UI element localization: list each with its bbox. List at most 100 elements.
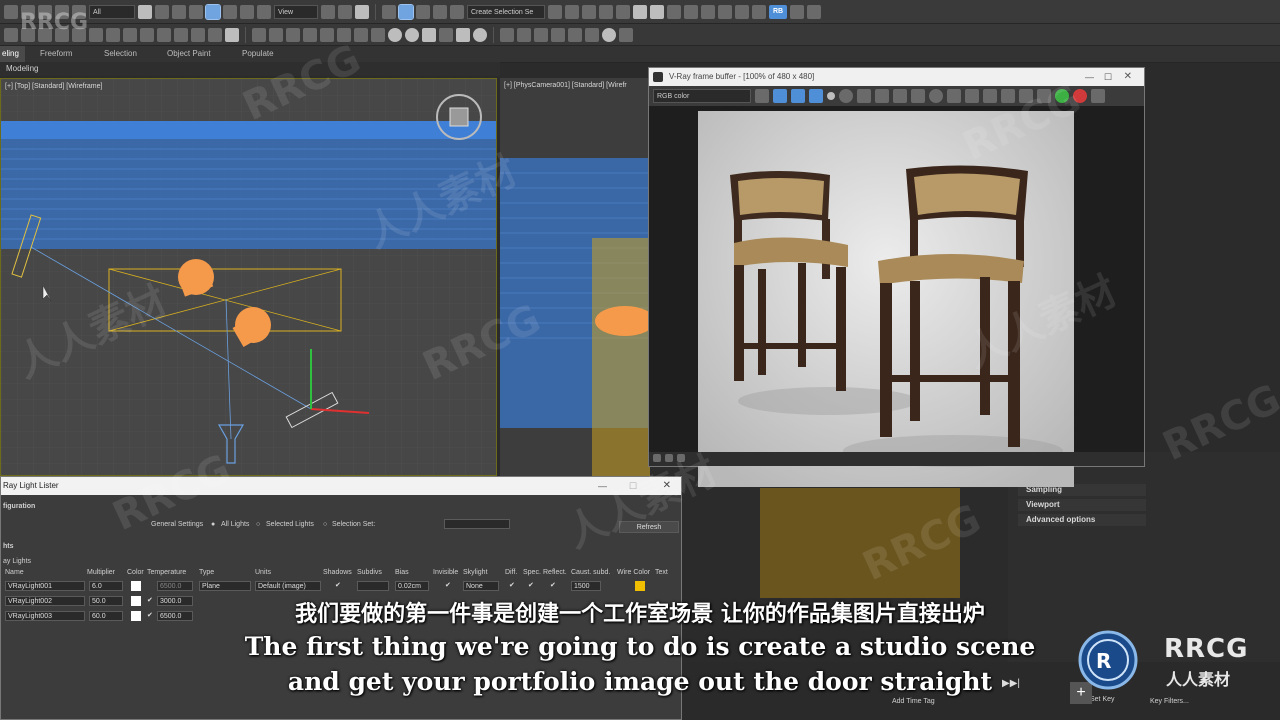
section-configuration[interactable]: figuration [3, 503, 35, 510]
window-crossing-icon[interactable] [189, 4, 203, 19]
rollout-viewport[interactable]: Viewport [1018, 499, 1146, 511]
pivot-center-icon[interactable] [321, 4, 335, 19]
light-type-dropdown[interactable]: Plane [199, 581, 251, 591]
vray-dome-light-icon[interactable] [38, 27, 52, 42]
reflect-checkbox[interactable]: ✔ [550, 581, 556, 589]
key-filters-button[interactable]: Key Filters... [1150, 698, 1189, 705]
compare-icon[interactable] [983, 89, 997, 103]
viewport-label[interactable]: [+] [Top] [Standard] [Wireframe] [5, 83, 102, 90]
stop-render-icon[interactable] [1073, 89, 1087, 103]
top-viewport[interactable]: [+] [Top] [Standard] [Wireframe] [0, 78, 497, 476]
mirror-icon[interactable] [548, 4, 562, 19]
vray-mesh-icon[interactable] [157, 27, 171, 42]
wire-color-swatch[interactable] [635, 581, 645, 591]
selection-set-dropdown[interactable] [444, 519, 510, 529]
curve-editor-icon[interactable] [616, 4, 630, 19]
vray-hdri-icon[interactable] [303, 27, 317, 42]
spinner-snap-icon[interactable] [433, 4, 447, 19]
color-channel-icon[interactable] [755, 89, 769, 103]
track-mouse-icon[interactable] [929, 89, 943, 103]
ribbon-tab-freeform[interactable]: Freeform [40, 49, 72, 58]
render-iterative-icon[interactable] [735, 4, 749, 19]
vray-camera-icon[interactable] [89, 27, 103, 42]
render-icon[interactable] [1055, 89, 1069, 103]
unlink-icon[interactable] [55, 4, 69, 19]
extra-tool-icon[interactable] [790, 4, 804, 19]
railclone-icon[interactable] [551, 27, 565, 42]
ribbon-tab-populate[interactable]: Populate [242, 49, 274, 58]
align-icon[interactable] [565, 4, 579, 19]
vray-render-icon[interactable] [752, 4, 766, 19]
camera-viewport[interactable]: [+] [PhysCamera001] [Standard] [Wirefr [500, 78, 650, 478]
shadows-checkbox[interactable]: ✔ [335, 581, 341, 589]
render-setup-icon[interactable] [667, 4, 681, 19]
rectangular-selection-icon[interactable] [172, 4, 186, 19]
section-lights[interactable]: hts [3, 543, 14, 550]
create-selection-set-dropdown[interactable]: Create Selection Se [467, 4, 545, 19]
vray-frame-buffer-window[interactable]: V-Ray frame buffer - [100% of 480 x 480]… [648, 67, 1145, 487]
channel-dropdown[interactable]: RGB color [653, 89, 751, 103]
blue-channel-icon[interactable] [809, 89, 823, 103]
reference-coordinate-dropdown[interactable]: View [274, 4, 318, 19]
vray-fur-icon[interactable] [123, 27, 137, 42]
close-icon[interactable]: ✕ [1124, 68, 1132, 86]
vray-light-icon[interactable] [4, 27, 18, 42]
lens-effects-icon[interactable] [1001, 89, 1015, 103]
vray-sky-icon[interactable] [439, 27, 453, 42]
vray-normal-map-icon[interactable] [354, 27, 368, 42]
sphere-icon[interactable] [388, 27, 402, 42]
toggle-layer-explorer-icon[interactable] [599, 4, 613, 19]
help-icon[interactable] [619, 27, 633, 42]
temperature-field[interactable]: 6500.0 [157, 581, 193, 591]
vray-material-ball-icon[interactable] [473, 27, 487, 42]
selection-filter-dropdown[interactable]: All [89, 4, 135, 19]
load-image-icon[interactable] [875, 89, 889, 103]
all-lights-label[interactable]: All Lights [221, 521, 249, 528]
selected-lights-radio[interactable]: ○ [256, 521, 260, 528]
vray-proxy-icon[interactable] [106, 27, 120, 42]
maximize-icon[interactable]: ☐ [1104, 68, 1112, 86]
vray-fog-icon[interactable] [191, 27, 205, 42]
vfb-titlebar[interactable]: V-Ray frame buffer - [100% of 480 x 480]… [649, 68, 1144, 86]
snaps-toggle-icon[interactable] [382, 4, 396, 19]
select-move-icon[interactable] [205, 3, 221, 20]
region-render-icon[interactable] [947, 89, 961, 103]
vray-plane-icon[interactable] [140, 27, 154, 42]
clear-image-icon[interactable] [893, 89, 907, 103]
material-editor-icon[interactable] [650, 4, 664, 19]
vray-map-icon[interactable] [269, 27, 283, 42]
rendered-frame-window-icon[interactable] [684, 4, 698, 19]
status-icon[interactable] [665, 454, 673, 462]
vray-ies-light-icon[interactable] [55, 27, 69, 42]
vray-edges-icon[interactable] [337, 27, 351, 42]
render-production-icon[interactable] [701, 4, 715, 19]
selection-set-label[interactable]: Selection Set: [332, 521, 375, 528]
alpha-icon[interactable] [827, 92, 835, 100]
vray-dirt-icon[interactable] [320, 27, 334, 42]
refresh-button[interactable]: Refresh [619, 521, 679, 533]
ribbon-tab-modeling[interactable]: eling [0, 46, 25, 62]
vray-clipper-icon[interactable] [174, 27, 188, 42]
mono-icon[interactable] [839, 89, 853, 103]
units-dropdown[interactable]: Default (image) [255, 581, 321, 591]
select-by-name-icon[interactable] [155, 4, 169, 19]
select-place-icon[interactable] [257, 4, 271, 19]
schematic-view-icon[interactable] [633, 4, 647, 19]
vray-distance-icon[interactable] [371, 27, 385, 42]
diffuse-checkbox[interactable]: ✔ [509, 581, 515, 589]
vray-toon-icon[interactable] [208, 27, 222, 42]
vray-material-icon[interactable] [252, 27, 266, 42]
undo-icon[interactable] [4, 4, 18, 19]
status-icon[interactable] [677, 454, 685, 462]
status-icon[interactable] [653, 454, 661, 462]
forest-icon[interactable] [534, 27, 548, 42]
toggle-scene-explorer-icon[interactable] [582, 4, 596, 19]
scatter-icon[interactable] [517, 27, 531, 42]
ribbon-tab-selection[interactable]: Selection [104, 49, 137, 58]
link-icon[interactable] [965, 89, 979, 103]
vray-light-lister-icon[interactable] [422, 27, 436, 42]
select-rotate-icon[interactable] [223, 4, 237, 19]
history-icon[interactable] [1019, 89, 1033, 103]
link-icon[interactable] [38, 4, 52, 19]
rollout-advanced-options[interactable]: Advanced options [1018, 514, 1146, 526]
